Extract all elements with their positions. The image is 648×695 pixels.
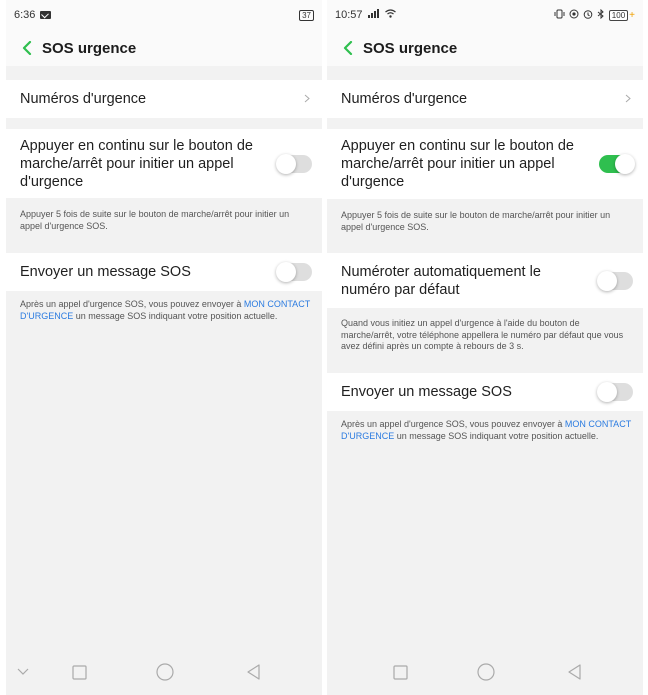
nav-circle-icon[interactable] (477, 663, 495, 681)
signal-icon (367, 9, 380, 21)
wifi-icon (384, 9, 396, 21)
power-button-call-label: Appuyer en continu sur le bouton de marc… (341, 138, 574, 190)
send-sos-description: Après un appel d'urgence SOS, vous pouve… (20, 299, 312, 322)
power-button-call-toggle[interactable] (276, 153, 312, 174)
vibrate-icon (554, 9, 565, 22)
app-header: SOS urgence (327, 30, 643, 66)
send-sos-description-text-end: un message SOS indiquant votre position … (73, 310, 278, 321)
charging-icon: + (629, 9, 635, 21)
send-sos-toggle[interactable] (597, 382, 633, 402)
chevron-right-icon (625, 92, 631, 106)
bluetooth-icon (597, 8, 605, 22)
power-button-call-toggle[interactable] (599, 154, 635, 174)
power-button-call-description: Appuyer 5 fois de suite sur le bouton de… (20, 209, 290, 231)
battery-icon: 37 (299, 9, 314, 21)
chevron-right-icon (304, 92, 310, 106)
phone-screen-right: 10:57 100 + SOS urgence Numéros d'urgenc… (327, 0, 643, 695)
power-button-call-item: Appuyer en continu sur le bouton de marc… (6, 129, 322, 198)
location-icon (569, 9, 579, 22)
auto-dial-item: Numéroter automatiquement le numéro par … (327, 253, 643, 308)
page-title: SOS urgence (42, 39, 137, 57)
send-sos-item: Envoyer un message SOS (327, 373, 643, 411)
nav-square-icon[interactable] (70, 663, 88, 681)
nav-square-icon[interactable] (391, 663, 409, 681)
system-nav-bar (327, 649, 643, 695)
mail-icon (40, 11, 52, 19)
clock: 10:57 (335, 9, 363, 21)
nav-triangle-icon[interactable] (565, 663, 583, 681)
nav-circle-icon[interactable] (156, 663, 174, 681)
emergency-numbers-item[interactable]: Numéros d'urgence (327, 80, 643, 118)
send-sos-label: Envoyer un message SOS (341, 384, 512, 400)
back-chevron-icon[interactable] (337, 37, 359, 59)
power-button-call-description: Appuyer 5 fois de suite sur le bouton de… (341, 210, 611, 232)
emergency-numbers-label: Numéros d'urgence (341, 91, 468, 107)
power-button-call-label: Appuyer en continu sur le bouton de marc… (20, 137, 253, 190)
status-bar: 6:36 37 (6, 0, 322, 30)
back-chevron-icon[interactable] (16, 37, 38, 59)
nav-down-icon[interactable] (14, 663, 32, 681)
send-sos-description-text: Après un appel d'urgence SOS, vous pouve… (341, 419, 565, 429)
auto-dial-label: Numéroter automatiquement le numéro par … (341, 263, 541, 298)
emergency-numbers-label: Numéros d'urgence (20, 91, 147, 107)
send-sos-toggle[interactable] (276, 262, 312, 282)
auto-dial-toggle[interactable] (597, 270, 633, 291)
send-sos-label: Envoyer un message SOS (20, 264, 191, 280)
send-sos-description: Après un appel d'urgence SOS, vous pouve… (341, 419, 633, 442)
nav-triangle-icon[interactable] (244, 663, 262, 681)
send-sos-item: Envoyer un message SOS (6, 253, 322, 291)
emergency-numbers-item[interactable]: Numéros d'urgence (6, 80, 322, 118)
phone-screen-left: 6:36 37 SOS urgence Numéros d'urgence Ap… (6, 0, 322, 695)
page-title: SOS urgence (363, 39, 458, 57)
app-header: SOS urgence (6, 30, 322, 66)
system-nav-bar (6, 649, 322, 695)
battery-icon: 100 (608, 9, 629, 21)
clock: 6:36 (14, 9, 36, 21)
status-bar: 10:57 100 + (327, 0, 643, 30)
power-button-call-item: Appuyer en continu sur le bouton de marc… (327, 129, 643, 199)
send-sos-description-text: Après un appel d'urgence SOS, vous pouve… (20, 299, 244, 309)
auto-dial-description: Quand vous initiez un appel d'urgence à … (341, 318, 624, 351)
send-sos-description-text-end: un message SOS indiquant votre position … (394, 430, 599, 441)
alarm-icon (583, 9, 593, 22)
